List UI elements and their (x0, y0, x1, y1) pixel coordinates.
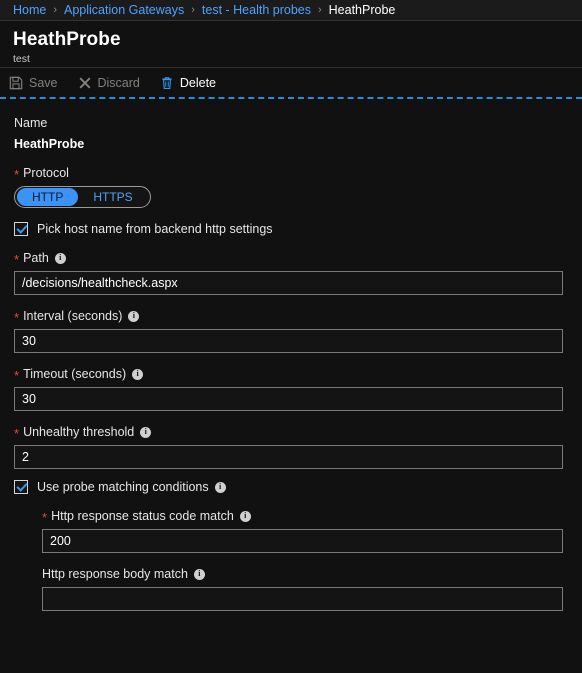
discard-label: Discard (97, 75, 140, 90)
info-icon[interactable]: i (214, 481, 226, 493)
required-asterisk: * (14, 167, 20, 182)
status-code-match-label: Http response status code match (51, 509, 234, 523)
info-icon[interactable]: i (239, 510, 251, 522)
field-body-match: Http response body match i (42, 566, 582, 611)
status-code-match-input[interactable] (42, 529, 563, 553)
probe-settings-form: Name HeathProbe * Protocol HTTP HTTPS Pi… (0, 99, 582, 611)
interval-label: Interval (seconds) (23, 309, 123, 323)
unhealthy-threshold-label: Unhealthy threshold (23, 425, 135, 439)
page-header: HeathProbe test (0, 21, 582, 68)
close-icon (78, 76, 92, 90)
save-button[interactable]: Save (9, 76, 58, 90)
protocol-option-http[interactable]: HTTP (17, 188, 79, 206)
chevron-right-icon: › (191, 4, 195, 16)
info-icon[interactable]: i (132, 368, 144, 380)
delete-label: Delete (179, 75, 217, 90)
interval-input[interactable] (14, 329, 563, 353)
breadcrumb-item-application-gateways[interactable]: Application Gateways (64, 3, 184, 17)
page-subtitle: test (13, 53, 30, 65)
interval-label-row: * Interval (seconds) i (14, 308, 582, 324)
breadcrumb-item-current: HeathProbe (328, 3, 396, 17)
name-value: HeathProbe (14, 137, 85, 151)
required-asterisk: * (14, 426, 20, 441)
save-label: Save (29, 75, 58, 90)
info-icon[interactable]: i (140, 426, 152, 438)
pick-host-name-label: Pick host name from backend http setting… (37, 222, 273, 236)
discard-button[interactable]: Discard (78, 76, 140, 90)
protocol-label-row: * Protocol (14, 165, 582, 181)
required-asterisk: * (14, 310, 20, 325)
timeout-label-row: * Timeout (seconds) i (14, 366, 582, 382)
name-label: Name (14, 116, 48, 130)
required-asterisk: * (14, 252, 20, 267)
save-icon (9, 76, 23, 90)
chevron-right-icon: › (317, 4, 322, 16)
use-probe-matching-row[interactable]: Use probe matching conditions i (14, 479, 582, 495)
protocol-option-https[interactable]: HTTPS (78, 188, 147, 206)
use-probe-matching-checkbox[interactable] (14, 480, 28, 494)
breadcrumb-item-home[interactable]: Home (13, 3, 46, 17)
path-label-row: * Path i (14, 250, 582, 266)
delete-button[interactable]: Delete (160, 76, 216, 90)
field-path: * Path i (14, 250, 582, 295)
breadcrumb: Home › Application Gateways › test - Hea… (0, 0, 582, 21)
field-unhealthy-threshold: * Unhealthy threshold i (14, 424, 582, 469)
pick-host-name-row[interactable]: Pick host name from backend http setting… (14, 221, 582, 237)
timeout-input[interactable] (14, 387, 563, 411)
probe-matching-section: * Http response status code match i Http… (14, 508, 582, 611)
body-match-label-row: Http response body match i (42, 566, 582, 582)
name-label-row: Name (14, 115, 582, 131)
field-status-code-match: * Http response status code match i (42, 508, 582, 553)
info-icon[interactable]: i (128, 310, 140, 322)
breadcrumb-item-health-probes[interactable]: test - Health probes (202, 3, 311, 17)
protocol-toggle[interactable]: HTTP HTTPS (14, 186, 151, 208)
status-code-match-label-row: * Http response status code match i (42, 508, 582, 524)
required-asterisk: * (42, 510, 48, 525)
trash-icon (160, 76, 174, 90)
timeout-label: Timeout (seconds) (23, 367, 127, 381)
field-interval: * Interval (seconds) i (14, 308, 582, 353)
body-match-input[interactable] (42, 587, 563, 611)
body-match-label: Http response body match (42, 567, 188, 581)
path-input[interactable] (14, 271, 563, 295)
use-probe-matching-label: Use probe matching conditions (37, 480, 209, 494)
field-timeout: * Timeout (seconds) i (14, 366, 582, 411)
path-label: Path (23, 251, 49, 265)
info-icon[interactable]: i (54, 252, 66, 264)
pick-host-name-checkbox[interactable] (14, 222, 28, 236)
chevron-right-icon: › (53, 4, 58, 16)
page-title: HeathProbe (13, 29, 121, 50)
required-asterisk: * (14, 368, 20, 383)
command-bar: Save Discard Delete (0, 68, 582, 99)
unhealthy-threshold-label-row: * Unhealthy threshold i (14, 424, 582, 440)
field-protocol: * Protocol HTTP HTTPS (14, 165, 582, 208)
protocol-label: Protocol (23, 166, 69, 180)
info-icon[interactable]: i (193, 568, 205, 580)
unhealthy-threshold-input[interactable] (14, 445, 563, 469)
field-name: Name HeathProbe (14, 115, 582, 152)
